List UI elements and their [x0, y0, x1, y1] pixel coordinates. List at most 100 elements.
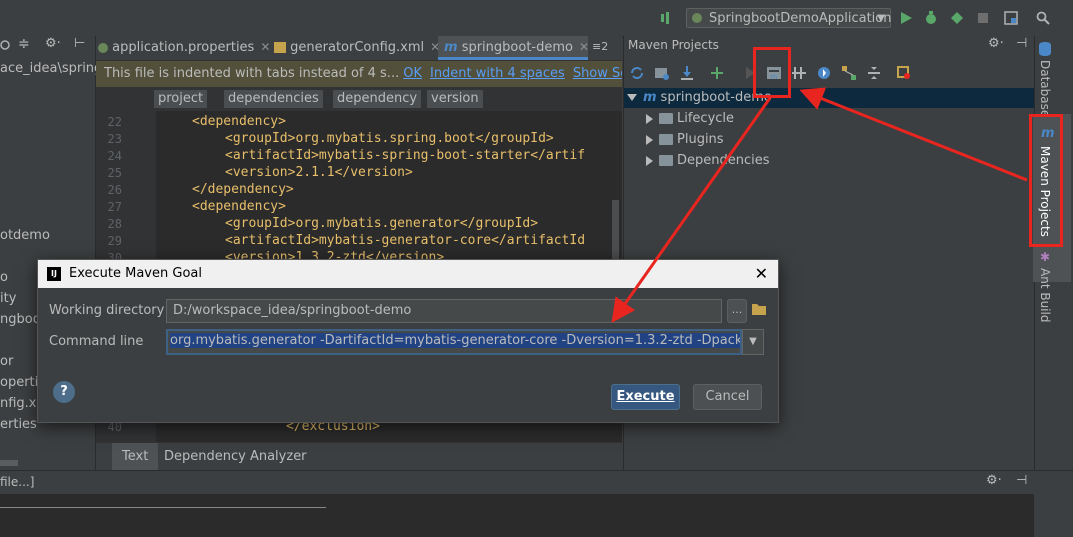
- reimport-icon[interactable]: [629, 65, 645, 81]
- collapse-icon[interactable]: [0, 39, 10, 51]
- browse-button[interactable]: ...: [727, 299, 747, 323]
- gear-icon[interactable]: ⚙︎·: [986, 473, 1002, 488]
- tab-text[interactable]: Text: [112, 443, 159, 471]
- command-line-label: Command line: [49, 334, 144, 349]
- hide-icon[interactable]: ⊢: [74, 36, 85, 51]
- breadcrumb-item[interactable]: project: [154, 90, 208, 108]
- code-line: <version>2.1.1</version>: [225, 165, 413, 180]
- main-toolbar: SpringbootDemoApplication ▼: [0, 0, 1073, 37]
- coverage-icon[interactable]: [950, 11, 964, 25]
- collapse-all-icon[interactable]: [866, 65, 882, 81]
- close-icon[interactable]: ✕: [260, 40, 270, 54]
- scrollbar[interactable]: [0, 460, 18, 466]
- line-number: 28: [107, 217, 122, 231]
- database-icon: [1039, 42, 1051, 56]
- working-directory-field[interactable]: D:/workspace_idea/springboot-demo: [166, 299, 722, 323]
- folder-icon: [659, 113, 673, 124]
- command-line-input[interactable]: org.mybatis.generator -DartifactId=mybat…: [166, 329, 742, 355]
- tree-item-dependencies[interactable]: Dependencies: [646, 151, 770, 171]
- expand-arrow-icon[interactable]: [646, 134, 653, 145]
- command-history-dropdown[interactable]: ▼: [742, 329, 764, 355]
- tree-item[interactable]: erties: [0, 417, 37, 432]
- tree-root[interactable]: m springboot-demo: [624, 88, 1034, 108]
- gear-icon[interactable]: ⚙︎·: [988, 36, 1004, 51]
- tab-application-properties[interactable]: application.properties ✕: [98, 36, 270, 60]
- intellij-icon: IJ: [47, 267, 61, 281]
- line-number: 29: [107, 234, 122, 248]
- breadcrumb-item[interactable]: version: [427, 90, 483, 108]
- code-line: <artifactId>mybatis-generator-core</arti…: [225, 233, 586, 248]
- skip-tests-icon[interactable]: [816, 65, 832, 81]
- folder-icon[interactable]: [751, 302, 767, 316]
- highlight-box-execute-goal: [753, 47, 791, 98]
- breadcrumb: project dependencies dependency version: [96, 87, 622, 111]
- cancel-button[interactable]: Cancel: [693, 384, 762, 410]
- show-settings-link[interactable]: Show Settings: [573, 66, 622, 81]
- folder-icon: [659, 134, 673, 145]
- database-tab[interactable]: Database: [1038, 60, 1052, 117]
- indent-link[interactable]: Indent with 4 spaces: [430, 66, 565, 81]
- panel-title: Maven Projects: [628, 38, 719, 52]
- scrollbar[interactable]: [612, 200, 619, 262]
- add-icon[interactable]: [709, 65, 725, 81]
- hide-panel-icon[interactable]: ⊣: [1016, 36, 1027, 51]
- gear-icon[interactable]: ⚙︎·: [45, 36, 61, 51]
- stop-icon[interactable]: [976, 11, 990, 25]
- expand-arrow-icon[interactable]: [627, 94, 637, 101]
- autoscroll-icon[interactable]: ≑: [18, 36, 30, 52]
- tree-label: Plugins: [677, 132, 724, 147]
- maven-toolbar: m: [624, 60, 1034, 86]
- console-output: [0, 494, 1034, 537]
- tab-overflow-button[interactable]: ≡2: [592, 36, 608, 60]
- tree-item-lifecycle[interactable]: Lifecycle: [646, 109, 734, 129]
- debug-icon[interactable]: [924, 11, 938, 25]
- breadcrumb-item[interactable]: dependencies: [224, 90, 323, 108]
- search-icon[interactable]: [1036, 11, 1050, 25]
- line-number: 26: [107, 183, 122, 197]
- status-text: file...]: [0, 475, 35, 489]
- toggle-offline-icon[interactable]: [791, 65, 807, 81]
- run-config-label: SpringbootDemoApplication: [709, 11, 892, 26]
- build-icon[interactable]: [660, 11, 674, 25]
- code-line: <dependency>: [192, 114, 286, 129]
- properties-file-icon: [98, 42, 108, 53]
- tree-item[interactable]: ity: [0, 291, 16, 306]
- run-config-selector[interactable]: SpringbootDemoApplication ▼: [686, 8, 891, 28]
- maven-module-icon: m: [643, 90, 657, 105]
- help-button[interactable]: ?: [53, 381, 75, 403]
- breadcrumb-item[interactable]: dependency: [333, 90, 422, 108]
- code-line: <groupId>org.mybatis.generator</groupId>: [225, 216, 539, 231]
- expand-arrow-icon[interactable]: [646, 155, 653, 166]
- project-structure-icon[interactable]: [1004, 11, 1018, 25]
- show-dependencies-icon[interactable]: [841, 65, 857, 81]
- ant-icon: ✱: [1040, 250, 1051, 264]
- tree-item[interactable]: or: [0, 354, 13, 369]
- line-number: 24: [107, 149, 122, 163]
- hide-panel-icon[interactable]: ⊣: [1016, 473, 1027, 488]
- run-icon[interactable]: [899, 11, 913, 25]
- tree-label: Dependencies: [677, 153, 770, 168]
- close-icon[interactable]: ✕: [755, 260, 768, 288]
- execute-button[interactable]: Execute: [611, 384, 680, 410]
- notice-text: This file is indented with tabs instead …: [104, 66, 400, 81]
- download-icon[interactable]: [679, 65, 695, 81]
- working-directory-label: Working directory: [49, 303, 165, 318]
- code-line: <dependency>: [192, 199, 286, 214]
- tree-item[interactable]: otdemo: [0, 228, 50, 243]
- ok-link[interactable]: OK: [403, 66, 422, 81]
- code-line: <groupId>org.mybatis.spring.boot</groupI…: [225, 131, 554, 146]
- generate-sources-icon[interactable]: [654, 65, 670, 81]
- tab-springboot-demo[interactable]: m springboot-demo ✕: [438, 36, 589, 60]
- tab-dependency-analyzer[interactable]: Dependency Analyzer: [154, 443, 317, 471]
- highlight-box-maven-tab: [1029, 114, 1063, 247]
- tab-label: springboot-demo: [461, 40, 573, 55]
- tree-item[interactable]: o: [0, 270, 8, 285]
- expand-arrow-icon[interactable]: [646, 113, 653, 124]
- line-number: 27: [107, 200, 122, 214]
- ant-build-tab[interactable]: Ant Build: [1038, 268, 1052, 322]
- tree-item-plugins[interactable]: Plugins: [646, 130, 724, 150]
- tab-generatorconfig-xml[interactable]: generatorConfig.xml ✕: [274, 36, 440, 60]
- project-path[interactable]: ace_idea\springb: [0, 61, 111, 76]
- maven-settings-icon[interactable]: [896, 65, 912, 81]
- close-icon[interactable]: ✕: [579, 40, 589, 54]
